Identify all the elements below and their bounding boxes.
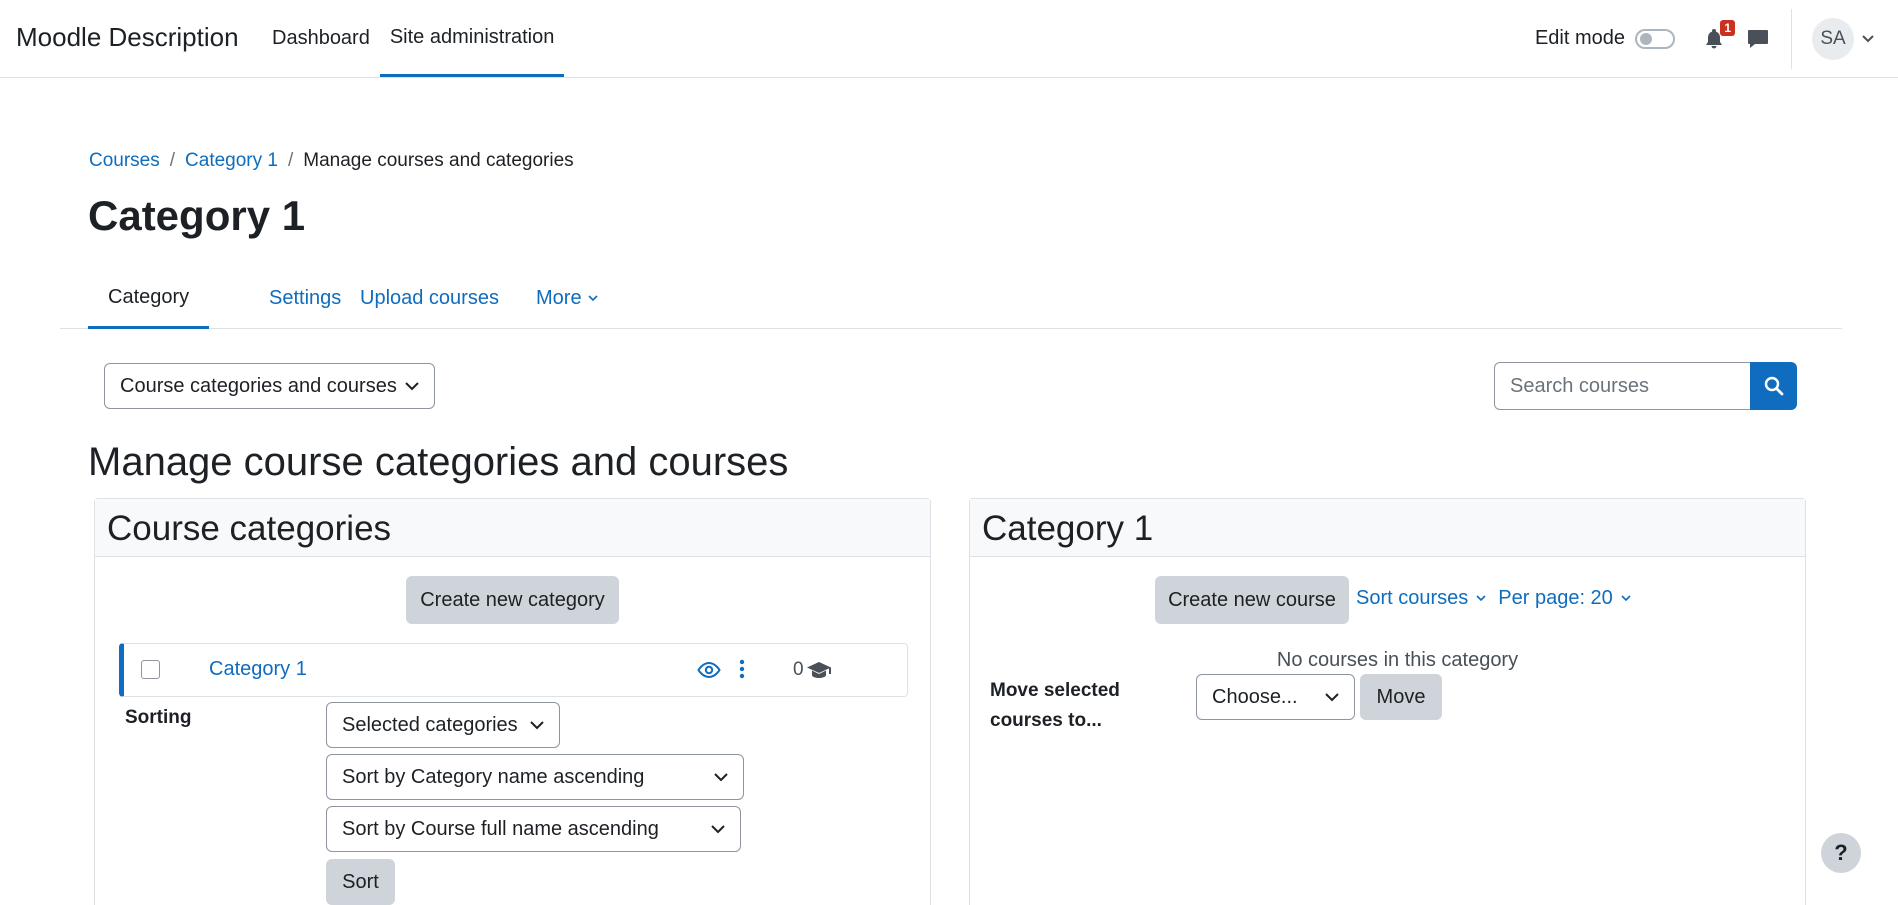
help-button[interactable]: ? [1821,833,1861,873]
sort-courses-select[interactable]: Sort by Course full name ascending [326,806,741,852]
create-new-category-button[interactable]: Create new category [406,576,619,624]
eye-icon[interactable] [697,658,721,682]
chevron-down-icon [1325,692,1339,701]
kebab-menu-icon[interactable] [738,658,746,680]
secondary-navigation: Category Settings Upload courses More [60,268,1842,329]
breadcrumb-current: Manage courses and categories [303,150,574,171]
navbar-divider [1791,8,1792,69]
breadcrumb: Courses / Category 1 / Manage courses an… [89,150,574,172]
edit-mode-label: Edit mode [1534,27,1625,49]
category-select-checkbox[interactable] [141,660,160,679]
sort-courses-dropdown[interactable]: Sort courses [1356,587,1486,610]
sort-courses-label: Sort courses [1356,587,1469,609]
view-mode-select[interactable]: Course categories and courses [104,363,435,409]
move-button[interactable]: Move [1360,674,1442,720]
notification-count-badge: 1 [1720,19,1735,36]
chevron-down-icon [588,295,598,302]
sort-scope-value: Selected categories [342,713,518,736]
view-mode-value: Course categories and courses [120,374,397,397]
nav-site-administration[interactable]: Site administration [379,0,565,77]
messages-button[interactable] [1743,24,1773,54]
chevron-down-icon [1476,595,1486,602]
course-list-options: Sort courses Per page: 20 [1356,587,1631,610]
sort-button[interactable]: Sort [326,859,395,905]
graduation-cap-icon [806,662,831,678]
chevron-down-icon [530,720,544,729]
create-new-course-button[interactable]: Create new course [1155,576,1349,624]
management-heading: Manage course categories and courses [88,440,789,484]
nav-dashboard[interactable]: Dashboard [262,0,380,77]
course-count-value: 0 [793,659,804,680]
per-page-label: Per page: 20 [1498,587,1613,609]
page-title: Category 1 [88,192,306,239]
category-name-link[interactable]: Category 1 [209,658,307,681]
sort-scope-select[interactable]: Selected categories [326,702,560,748]
tab-category[interactable]: Category [88,268,210,329]
notifications-button[interactable]: 1 [1699,19,1735,54]
chevron-down-icon [714,772,728,781]
category-row: Category 1 0 [119,643,908,697]
chevron-down-icon [1621,595,1631,602]
sorting-label: Sorting [125,707,192,728]
move-courses-label: Move selected courses to... [990,676,1120,736]
chevron-down-icon[interactable] [1862,34,1874,43]
empty-courses-message: No courses in this category [1276,649,1519,671]
tab-more[interactable]: More [516,268,618,329]
top-navbar: Moodle Description Dashboard Site admini… [0,0,1898,78]
tab-more-label: More [536,287,582,309]
breadcrumb-courses[interactable]: Courses [89,150,160,172]
user-navigation: Edit mode 1 SA [1535,0,1898,77]
move-target-value: Choose... [1212,685,1298,708]
course-categories-panel: Course categories Create new category Ca… [94,498,931,905]
category-course-count: 0 [793,659,832,681]
breadcrumb-separator: / [169,150,176,171]
user-avatar[interactable]: SA [1812,17,1854,60]
category-courses-title: Category 1 [970,499,1805,557]
breadcrumb-separator: / [287,150,294,171]
sort-categories-select[interactable]: Sort by Category name ascending [326,754,744,800]
search-courses-input[interactable] [1494,362,1750,410]
search-icon [1764,376,1783,396]
site-brand[interactable]: Moodle Description [16,22,239,53]
sort-categories-value: Sort by Category name ascending [342,765,645,788]
course-search [1494,362,1797,410]
edit-mode-toggle[interactable] [1635,28,1675,49]
sort-courses-value: Sort by Course full name ascending [342,817,659,840]
move-label-line: courses to... [990,710,1102,731]
category-courses-panel: Category 1 Create new course Sort course… [969,498,1806,905]
chevron-down-icon [405,381,419,390]
course-categories-title: Course categories [95,499,930,557]
tab-upload-courses[interactable]: Upload courses [340,268,519,329]
primary-navigation: Dashboard Site administration [262,0,565,77]
per-page-dropdown[interactable]: Per page: 20 [1498,587,1631,610]
move-label-line: Move selected [990,680,1120,701]
edit-mode-switch[interactable]: Edit mode [1535,27,1675,50]
search-button[interactable] [1750,362,1797,410]
chat-bubble-icon [1748,29,1768,48]
breadcrumb-category[interactable]: Category 1 [185,150,278,172]
move-target-select[interactable]: Choose... [1196,674,1355,720]
chevron-down-icon [711,824,725,833]
